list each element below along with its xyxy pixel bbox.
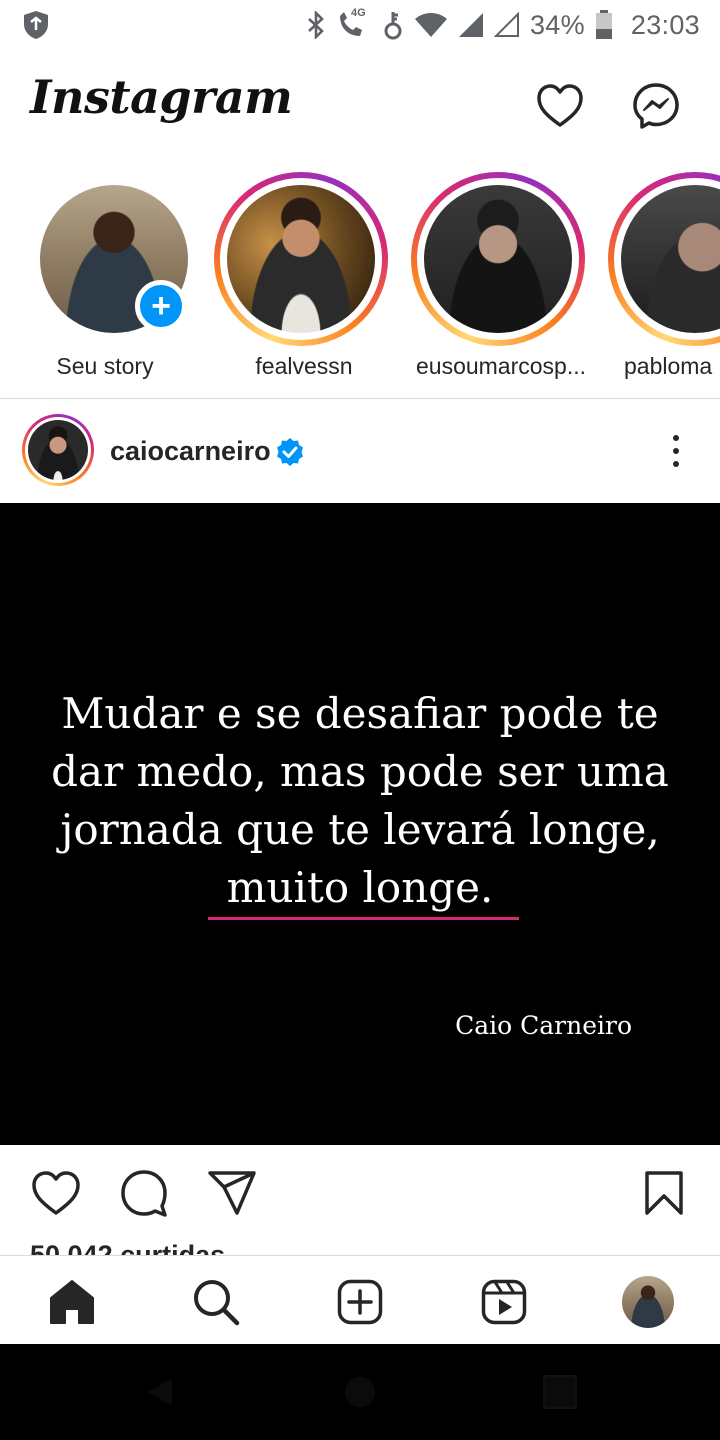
post-quote: Mudar e se desafiar pode te dar medo, ma… [40, 685, 680, 917]
story-ring [411, 172, 585, 346]
story-label: eusoumarcosp... [415, 353, 587, 379]
signal-empty-icon [493, 12, 519, 37]
quote-line: muito longe. [226, 863, 494, 912]
recents-button[interactable] [542, 1374, 578, 1410]
story-label: Seu story [56, 353, 154, 379]
status-bar: 4G 34% 23:03 [0, 0, 720, 50]
story-item[interactable]: eusoumarcosp... [403, 165, 586, 398]
post-author-avatar[interactable] [22, 414, 94, 486]
story-avatar [424, 185, 572, 333]
vpn-shield-icon [22, 10, 50, 45]
profile-avatar[interactable] [620, 1274, 676, 1330]
system-nav-bar [0, 1344, 720, 1440]
post-image[interactable]: Mudar e se desafiar pode te dar medo, ma… [0, 503, 720, 1145]
quote-signature: Caio Carneiro [455, 1011, 632, 1040]
verified-badge-icon [277, 438, 303, 466]
add-story-button[interactable]: + [135, 280, 187, 332]
post-username[interactable]: caiocarneiro [110, 436, 271, 467]
quote-underline [208, 917, 519, 920]
like-count[interactable]: 50.042 curtidas [30, 1235, 225, 1255]
search-icon[interactable] [188, 1274, 244, 1330]
story-ring [214, 172, 388, 346]
divider [0, 398, 720, 399]
story-item[interactable]: fealvessn [206, 165, 388, 398]
story-item[interactable]: pabloma [600, 165, 720, 398]
home-icon[interactable] [44, 1274, 100, 1330]
clock: 23:03 [630, 9, 700, 40]
post-actions: 50.042 curtidas [0, 1145, 720, 1255]
reels-icon[interactable] [476, 1274, 532, 1330]
post-header: caiocarneiro [0, 400, 720, 503]
home-button[interactable] [342, 1374, 378, 1410]
key-icon [384, 12, 402, 40]
bluetooth-icon [308, 11, 324, 39]
story-ring [608, 172, 720, 346]
signal-icon [458, 13, 483, 37]
app-header: Instagram [0, 60, 720, 160]
comment-icon[interactable] [116, 1165, 172, 1221]
bottom-nav [0, 1255, 720, 1344]
activity-heart-icon[interactable] [534, 80, 586, 132]
story-label: fealvessn [255, 353, 353, 379]
messenger-icon[interactable] [630, 80, 682, 132]
story-label: pabloma [624, 353, 713, 379]
story-own[interactable]: + Seu story [7, 165, 188, 398]
back-button[interactable] [142, 1374, 178, 1410]
story-avatar [227, 185, 375, 333]
more-options-icon[interactable] [660, 430, 692, 472]
new-post-icon[interactable] [332, 1274, 388, 1330]
stories-tray: + Seu story fealvessn eusoumarcosp... pa… [0, 165, 720, 398]
bookmark-icon[interactable] [636, 1165, 692, 1221]
battery-percent: 34% [529, 9, 585, 40]
share-icon[interactable] [204, 1165, 260, 1221]
battery-icon [595, 10, 612, 39]
instagram-logo: Instagram [30, 70, 293, 124]
wifi-call-icon: 4G [336, 7, 372, 40]
like-heart-icon[interactable] [28, 1165, 84, 1221]
quote-line: jornada que te levará longe, [60, 805, 660, 854]
quote-line: Mudar e se desafiar pode te [61, 689, 659, 738]
wifi-icon [414, 13, 447, 37]
quote-line: dar medo, mas pode ser uma [51, 747, 669, 796]
